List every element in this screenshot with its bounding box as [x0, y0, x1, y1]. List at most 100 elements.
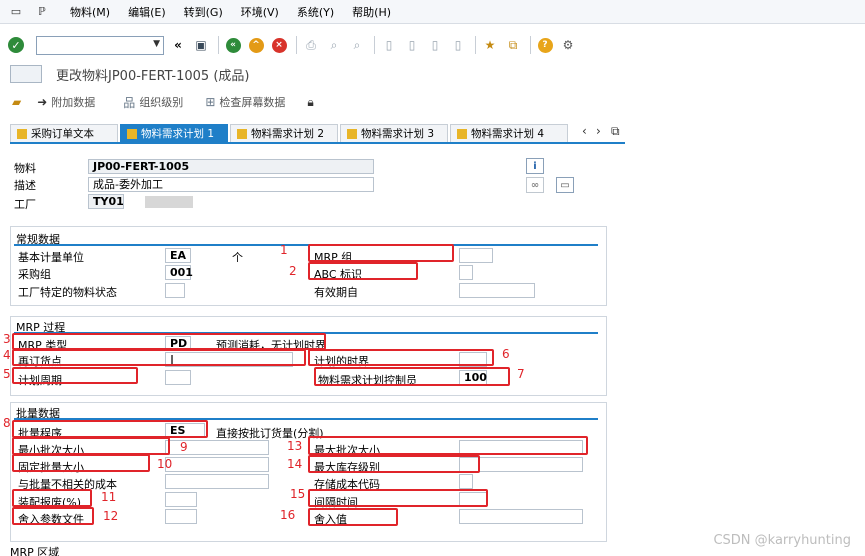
planning-cycle-field[interactable] [165, 370, 191, 385]
tab-mrp4[interactable]: 物料需求计划 4 [450, 124, 568, 142]
last-page-icon[interactable]: ▯ [449, 36, 467, 54]
toolbar-separator [530, 36, 531, 54]
additional-data-button[interactable]: ➜ 附加数据 [37, 94, 95, 110]
org-levels-button[interactable]: 品组织级别 [123, 94, 183, 111]
rounding-value-field[interactable] [459, 509, 583, 524]
toolbar-separator [475, 36, 476, 54]
enter-check-icon[interactable]: ✓ [8, 37, 24, 53]
marker-16: 16 [280, 508, 296, 522]
gear-icon[interactable]: ⚙ [559, 36, 577, 54]
new-session-icon[interactable]: ★ [481, 36, 499, 54]
assembly-scrap-field[interactable] [165, 492, 197, 507]
highlight-box [12, 349, 306, 366]
chevron-down-icon[interactable]: ▼ [153, 39, 160, 49]
lock-button[interactable]: 🔒︎ [307, 95, 317, 110]
marker-4: 4 [3, 348, 11, 362]
marker-7: 7 [517, 367, 525, 381]
section-accent [14, 244, 598, 246]
tab-status-icon [17, 128, 27, 139]
abc-field[interactable] [459, 265, 473, 280]
highlight-box [12, 420, 208, 438]
lot-indep-cost-field[interactable] [165, 474, 269, 489]
menu-material[interactable]: 物料(M) [70, 4, 110, 20]
print-icon[interactable]: ⎙ [302, 36, 320, 54]
menu-environment[interactable]: 环境(V) [241, 4, 279, 20]
next-page-icon[interactable]: ▯ [426, 36, 444, 54]
highlight-box [308, 508, 398, 526]
save-icon[interactable]: ▣ [192, 36, 210, 54]
shortcut-icon[interactable]: ⧉ [504, 36, 522, 54]
hierarchy-icon: 品 [123, 95, 136, 110]
fixed-lot-field[interactable] [165, 457, 269, 472]
system-menu-icon[interactable]: ▭ [6, 5, 26, 19]
watermark: CSDN @karryhunting [713, 533, 851, 548]
tab-mrp1[interactable]: 物料需求计划 1 [120, 124, 228, 142]
plant-status-field[interactable] [165, 283, 185, 298]
command-field[interactable]: ▼ [36, 35, 164, 55]
rounding-profile-field[interactable] [165, 509, 197, 524]
description-field[interactable]: 成品-委外加工 [88, 177, 374, 192]
org-change-button[interactable]: ▰ [12, 95, 25, 109]
glasses-icon[interactable]: ∞ [526, 177, 544, 193]
title-bar: 更改物料JP00-FERT-1005 (成品) [0, 62, 865, 86]
highlight-box [12, 437, 170, 455]
purch-group-field[interactable]: 001 [165, 265, 193, 280]
tab-status-icon [127, 128, 137, 139]
marker-10: 10 [157, 457, 173, 471]
toolbar-separator [218, 36, 219, 54]
tab-status-icon [347, 128, 357, 139]
exit-icon[interactable]: ^ [247, 36, 265, 54]
highlight-box [308, 455, 480, 473]
toolbar-separator [374, 36, 375, 54]
layout-menu-icon[interactable]: ℙ [32, 5, 52, 19]
prev-page-icon[interactable]: ▯ [403, 36, 421, 54]
lock-icon: 🔒︎ [307, 94, 314, 109]
tab-list-icon[interactable]: ⧉ [611, 124, 620, 139]
material-field: JP00-FERT-1005 [88, 159, 374, 174]
tab-prev-icon[interactable]: ‹ [582, 124, 587, 138]
material-label: 物料 [14, 162, 36, 175]
menu-edit[interactable]: 编辑(E) [128, 4, 166, 20]
menu-goto[interactable]: 转到(G) [184, 4, 223, 20]
menu-help[interactable]: 帮助(H) [352, 4, 391, 20]
marker-6: 6 [502, 347, 510, 361]
find-icon[interactable]: ⌕ [325, 36, 343, 54]
marker-15: 15 [290, 487, 306, 501]
document-icon[interactable]: ▭ [556, 177, 574, 193]
blurred-plant-text [145, 196, 193, 208]
application-toolbar: ▰ ➜ 附加数据 品组织级别 ⊞ 检查屏幕数据 🔒︎ [0, 90, 865, 114]
cancel-icon[interactable]: × [270, 36, 288, 54]
plant-status-label: 工厂特定的物料状态 [18, 286, 117, 299]
highlight-box [12, 454, 150, 472]
mrp-group-field[interactable] [459, 248, 493, 263]
highlight-box [308, 436, 588, 455]
info-icon[interactable]: i [526, 158, 544, 174]
help-icon[interactable]: ? [536, 36, 554, 54]
highlight-box [308, 244, 454, 262]
tab-strip: 采购订单文本 物料需求计划 1 物料需求计划 2 物料需求计划 3 物料需求计划… [10, 124, 625, 142]
first-page-icon[interactable]: ▯ [380, 36, 398, 54]
valid-from-label: 有效期自 [314, 286, 358, 299]
tab-mrp2[interactable]: 物料需求计划 2 [230, 124, 338, 142]
tab-mrp3[interactable]: 物料需求计划 3 [340, 124, 448, 142]
highlight-box [308, 489, 488, 507]
base-uom-label: 基本计量单位 [18, 251, 84, 264]
find-next-icon[interactable]: ⌕ [348, 36, 366, 54]
screen-icon[interactable] [10, 65, 42, 83]
marker-13: 13 [287, 439, 303, 453]
tab-next-icon[interactable]: › [596, 124, 601, 138]
back-icon[interactable]: « [224, 36, 242, 54]
base-uom-field[interactable]: EA [165, 248, 191, 263]
menu-system[interactable]: 系统(Y) [297, 4, 334, 20]
tab-status-icon [457, 128, 467, 139]
back-double-icon[interactable]: « [169, 36, 187, 54]
plant-field: TY01 [88, 194, 124, 209]
highlight-box [12, 489, 92, 507]
marker-5: 5 [3, 367, 11, 381]
storage-cost-field[interactable] [459, 474, 473, 489]
purch-group-label: 采购组 [18, 268, 51, 281]
tab-po-text[interactable]: 采购订单文本 [10, 124, 118, 142]
marker-1: 1 [280, 243, 288, 257]
check-screen-button[interactable]: ⊞ 检查屏幕数据 [205, 94, 285, 110]
valid-from-field[interactable] [459, 283, 535, 298]
